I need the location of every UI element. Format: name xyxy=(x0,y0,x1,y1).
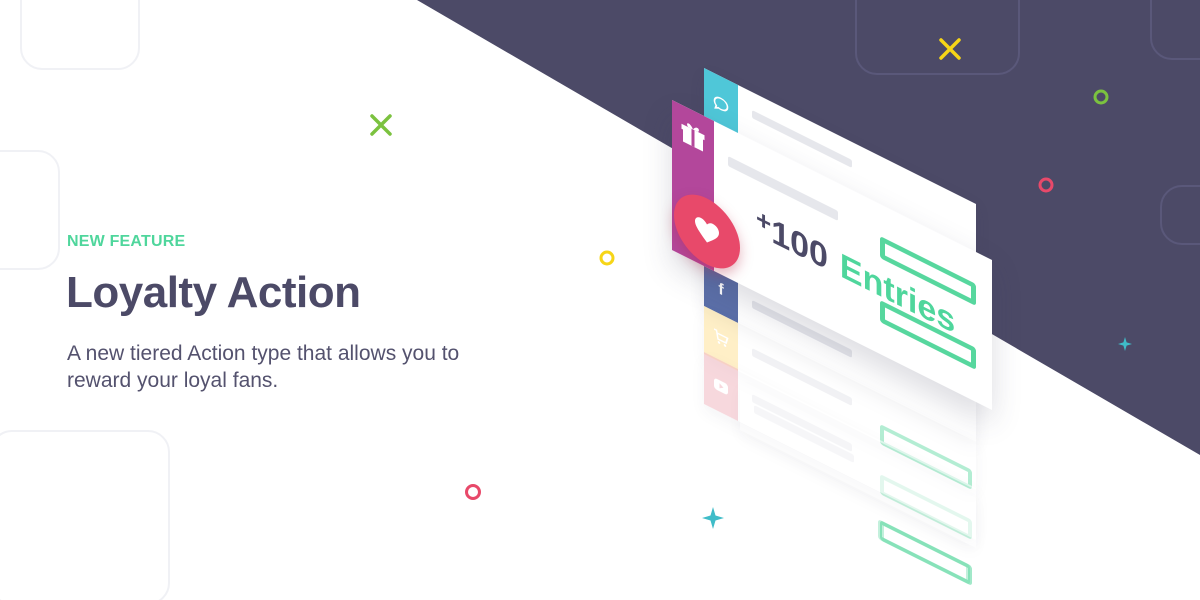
gift-icon xyxy=(680,116,706,160)
entry-button-outline xyxy=(878,519,970,585)
entries-value: 100 xyxy=(771,211,828,278)
isometric-action-list: f +100Entries xyxy=(0,0,1200,600)
entries-plus: + xyxy=(756,202,772,240)
feature-banner: NEW FEATURE Loyalty Action A new tiered … xyxy=(0,0,1200,600)
facebook-glyph: f xyxy=(718,280,724,300)
